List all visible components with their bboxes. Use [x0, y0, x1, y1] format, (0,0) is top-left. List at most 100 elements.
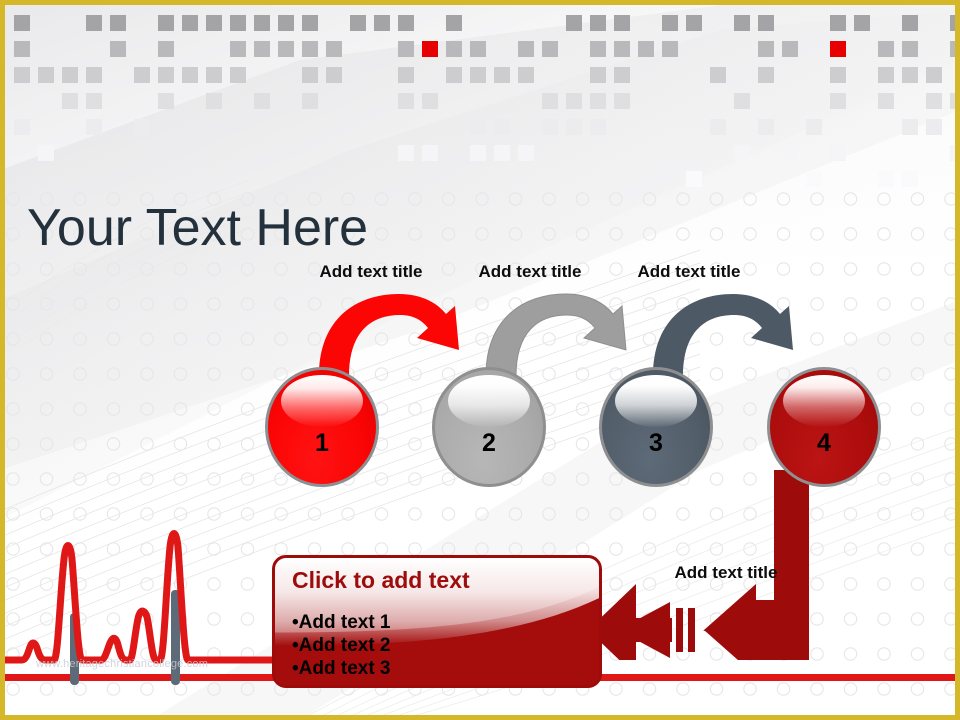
mosaic-square — [14, 15, 30, 31]
sphere-gloss-2 — [447, 374, 531, 427]
bullet-item-1: •Add text 1 — [292, 611, 391, 634]
mosaic-square — [398, 93, 414, 109]
mosaic-square — [542, 93, 558, 109]
mosaic-square — [158, 15, 174, 31]
mosaic-square — [326, 41, 342, 57]
sphere-number-2: 2 — [482, 429, 496, 458]
mosaic-square — [758, 41, 774, 57]
mosaic-square — [590, 93, 606, 109]
mosaic-square — [86, 119, 102, 135]
mosaic-square — [686, 171, 702, 187]
content-box-inner: Click to add text •Add text 1 •Add text … — [275, 558, 599, 685]
mosaic-square — [758, 67, 774, 83]
mosaic-square — [14, 41, 30, 57]
mosaic-square — [782, 145, 798, 161]
step-sphere-2[interactable]: 2 — [432, 367, 546, 487]
mosaic-square — [302, 67, 318, 83]
mosaic-square — [422, 93, 438, 109]
mosaic-square — [926, 67, 942, 83]
step-sphere-3[interactable]: 3 — [599, 367, 713, 487]
step-title-1: Add text title — [319, 262, 423, 281]
mosaic-square — [302, 41, 318, 57]
mosaic-square — [926, 93, 942, 109]
frame-border-bottom — [0, 715, 960, 720]
mosaic-square — [902, 67, 918, 83]
mosaic-square — [518, 67, 534, 83]
mosaic-square — [710, 119, 726, 135]
mosaic-square — [302, 15, 318, 31]
mosaic-square — [566, 119, 582, 135]
mosaic-square — [902, 119, 918, 135]
mosaic-square — [830, 145, 846, 161]
mosaic-square — [446, 41, 462, 57]
mosaic-square — [758, 15, 774, 31]
mosaic-square — [278, 41, 294, 57]
mosaic-square — [614, 93, 630, 109]
mosaic-square — [734, 93, 750, 109]
content-text-box[interactable]: Click to add text •Add text 1 •Add text … — [272, 555, 602, 688]
bullet-item-2: •Add text 2 — [292, 634, 391, 657]
mosaic-square — [494, 119, 510, 135]
mosaic-square — [230, 67, 246, 83]
mosaic-square — [878, 41, 894, 57]
mosaic-square — [710, 67, 726, 83]
mosaic-square — [494, 67, 510, 83]
mosaic-square — [86, 93, 102, 109]
mosaic-square — [902, 15, 918, 31]
sphere-gloss-1 — [280, 374, 364, 427]
curve-arrow-2-icon — [485, 293, 627, 377]
curve-arrow-3-icon — [653, 294, 793, 376]
mosaic-square — [326, 67, 342, 83]
mosaic-square — [398, 41, 414, 57]
mosaic-square — [734, 15, 750, 31]
mosaic-square — [758, 119, 774, 135]
bullet-item-3: •Add text 3 — [292, 657, 391, 680]
mosaic-square — [878, 93, 894, 109]
mosaic-square — [14, 119, 30, 135]
mosaic-square — [830, 67, 846, 83]
mosaic-square — [470, 67, 486, 83]
mosaic-square — [830, 93, 846, 109]
mosaic-square — [830, 15, 846, 31]
mosaic-square — [590, 15, 606, 31]
mosaic-square — [38, 145, 54, 161]
mosaic-square — [638, 41, 654, 57]
mosaic-square — [566, 15, 582, 31]
mosaic-square — [662, 15, 678, 31]
bullet-glyph-1: • — [292, 612, 299, 633]
mosaic-square — [518, 145, 534, 161]
mosaic-square — [470, 145, 486, 161]
mosaic-square-accent — [422, 41, 438, 57]
frame-border-left — [0, 0, 5, 720]
content-box-heading: Click to add text — [292, 567, 470, 593]
bullet-text-1: Add text 1 — [298, 612, 391, 633]
mosaic-square — [254, 93, 270, 109]
sphere-gloss-3 — [614, 374, 698, 427]
frame-border-right — [955, 0, 960, 720]
sphere-gloss-4 — [782, 374, 866, 427]
bullet-glyph-3: • — [292, 658, 299, 679]
curve-arrow-1-icon — [319, 294, 459, 376]
mosaic-square — [806, 119, 822, 135]
mosaic-square — [398, 67, 414, 83]
step-sphere-4[interactable]: 4 — [767, 367, 881, 487]
step-sphere-1[interactable]: 1 — [265, 367, 379, 487]
step-title-3: Add text title — [637, 262, 741, 281]
mosaic-square — [542, 41, 558, 57]
mosaic-square — [854, 15, 870, 31]
mosaic-square — [470, 119, 486, 135]
mosaic-square — [518, 41, 534, 57]
mosaic-square — [782, 41, 798, 57]
mosaic-square — [398, 145, 414, 161]
mosaic-square — [734, 145, 750, 161]
mosaic-square — [86, 15, 102, 31]
mosaic-square — [494, 145, 510, 161]
frame-border-top — [0, 0, 960, 5]
sphere-number-3: 3 — [649, 429, 663, 458]
step-title-2: Add text title — [478, 262, 582, 281]
mosaic-square — [158, 41, 174, 57]
mosaic-square — [230, 15, 246, 31]
mosaic-square — [374, 15, 390, 31]
sphere-number-4: 4 — [817, 429, 831, 458]
mosaic-square — [14, 67, 30, 83]
